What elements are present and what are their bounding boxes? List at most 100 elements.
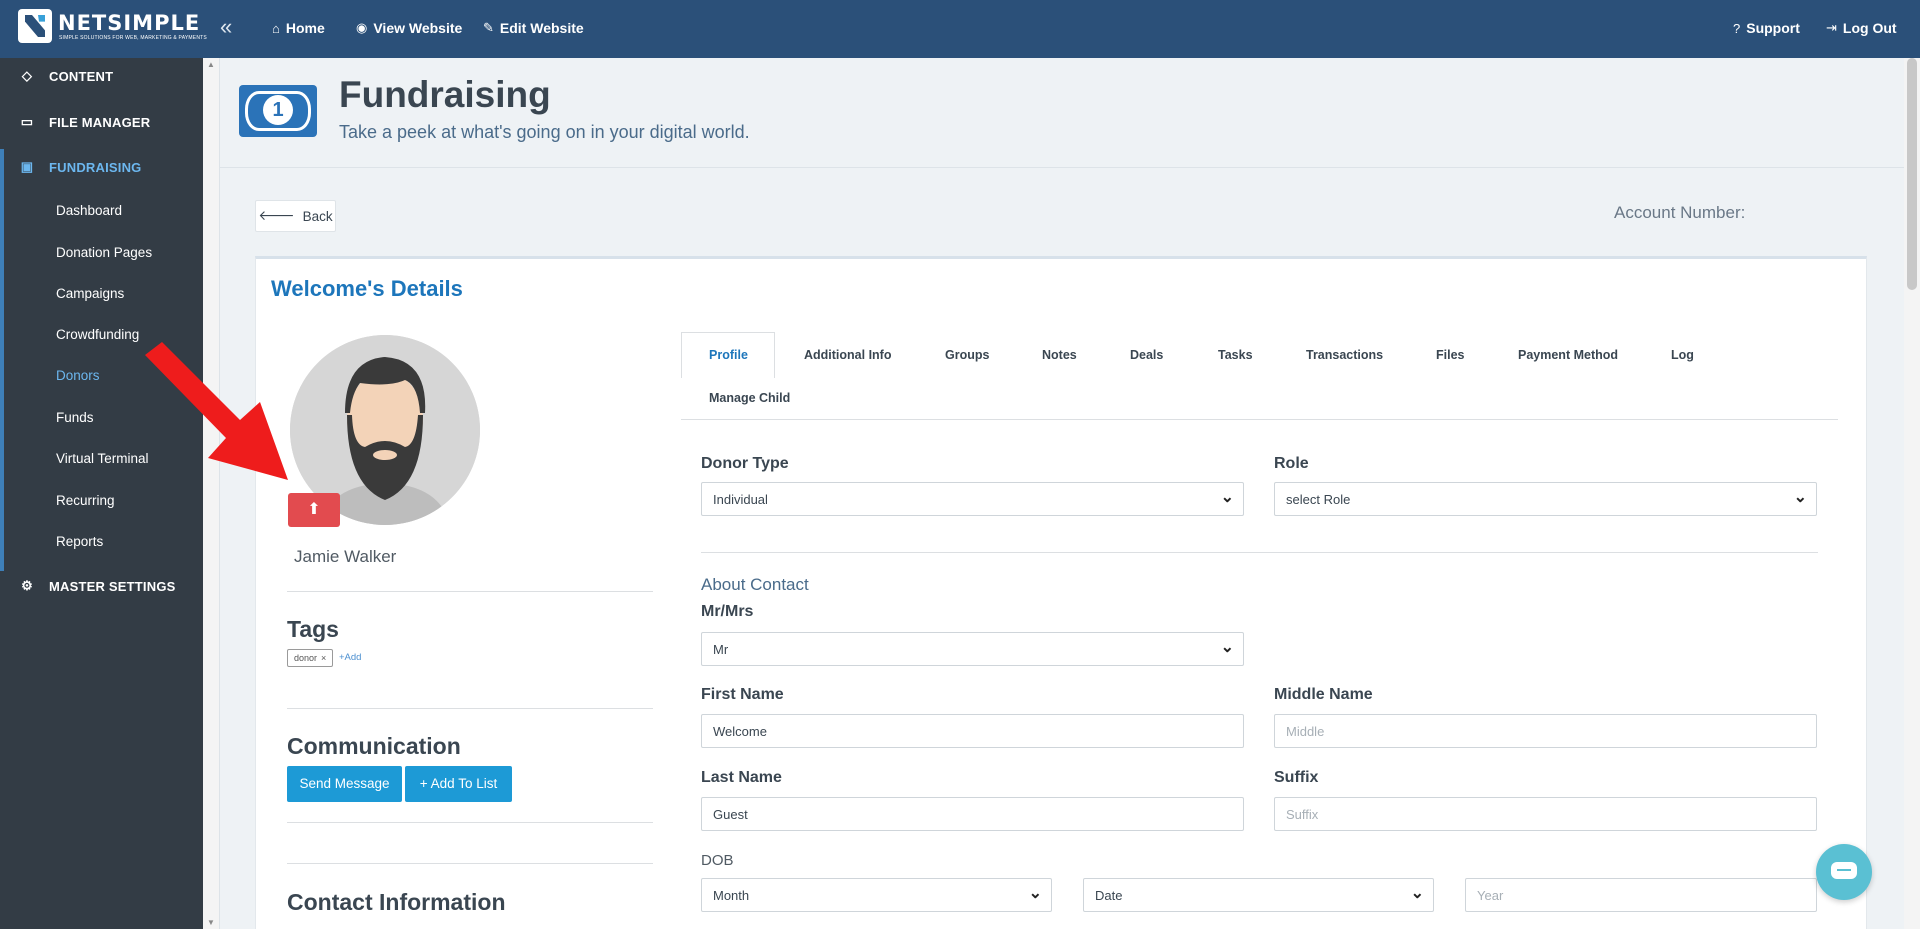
collapse-sidebar-icon[interactable]: «: [220, 16, 232, 38]
suffix-label: Suffix: [1274, 769, 1319, 786]
dob-date-select[interactable]: Date: [1083, 878, 1434, 912]
diamond-icon: ◇: [21, 68, 33, 83]
sidebar-item-file-manager[interactable]: ▭ FILE MANAGER: [0, 105, 203, 139]
tab-files[interactable]: Files: [1436, 348, 1465, 362]
page-scroll-thumb[interactable]: [1907, 58, 1917, 290]
money-bill-icon: 1: [239, 85, 317, 137]
last-name-value: Guest: [713, 806, 748, 822]
edit-icon: ✎: [483, 20, 494, 35]
logout-icon: ⇥: [1826, 20, 1837, 35]
upload-photo-button[interactable]: ⬆: [288, 493, 340, 527]
donor-type-value: Individual: [713, 491, 768, 507]
contact-info-title: Contact Information: [287, 889, 506, 915]
folder-icon: ▭: [20, 114, 34, 129]
nav-logout[interactable]: ⇥ Log Out: [1826, 20, 1897, 36]
tag-chip-label: donor: [294, 653, 318, 663]
dob-label: DOB: [701, 852, 734, 869]
divider: [287, 591, 653, 592]
tab-payment-method[interactable]: Payment Method: [1518, 348, 1618, 362]
eye-icon: ◉: [356, 20, 368, 35]
tab-manage-child[interactable]: Manage Child: [709, 391, 790, 405]
upload-icon: ⬆: [307, 501, 321, 518]
top-navbar: NETSIMPLE SIMPLE SOLUTIONS FOR WEB, MARK…: [0, 0, 1920, 58]
donor-details-card: Welcome's Details ⬆ Jamie Walker Tags do…: [255, 256, 1867, 929]
tag-chip[interactable]: donor ×: [287, 649, 334, 667]
nav-view-website[interactable]: ◉ View Website: [356, 20, 462, 36]
sidebar-sub-recurring[interactable]: Recurring: [56, 493, 115, 508]
first-name-value: Welcome: [713, 723, 767, 739]
role-label: Role: [1274, 455, 1309, 472]
page-subtitle: Take a peek at what's going on in your d…: [339, 122, 750, 142]
scroll-down-icon[interactable]: ▼: [207, 918, 215, 927]
tag-remove-icon[interactable]: ×: [321, 650, 326, 666]
tab-deals[interactable]: Deals: [1130, 348, 1163, 362]
suffix-placeholder: Suffix: [1286, 806, 1319, 822]
donor-type-select[interactable]: Individual: [701, 482, 1244, 516]
first-name-label: First Name: [701, 686, 784, 703]
donor-name: Jamie Walker: [294, 547, 397, 566]
netsimple-logo[interactable]: NETSIMPLE SIMPLE SOLUTIONS FOR WEB, MARK…: [18, 9, 207, 49]
sidebar-sub-dashboard[interactable]: Dashboard: [56, 203, 122, 218]
arrow-left-icon: 🡐: [258, 208, 295, 223]
tab-groups[interactable]: Groups: [945, 348, 989, 362]
nav-home-label: Home: [285, 20, 325, 36]
sidebar-item-content[interactable]: ◇ CONTENT: [0, 59, 203, 93]
divider: [287, 708, 653, 709]
tab-log[interactable]: Log: [1671, 348, 1694, 362]
sidebar-item-label: CONTENT: [49, 68, 114, 84]
account-number-label: Account Number:: [1614, 203, 1746, 222]
suffix-input[interactable]: Suffix: [1274, 797, 1817, 831]
dob-month-select[interactable]: Month: [701, 878, 1052, 912]
sidebar-sub-reports[interactable]: Reports: [56, 534, 103, 549]
divider: [287, 863, 653, 864]
nav-support[interactable]: ? Support: [1733, 20, 1800, 36]
middle-name-placeholder: Middle: [1286, 723, 1325, 739]
add-tag-link[interactable]: +Add: [339, 652, 361, 663]
sidebar-item-master-settings[interactable]: ⚙ MASTER SETTINGS: [0, 569, 203, 603]
back-button[interactable]: 🡐 Back: [255, 200, 336, 232]
tab-tasks[interactable]: Tasks: [1218, 348, 1253, 362]
chat-widget-button[interactable]: [1816, 844, 1872, 900]
last-name-input[interactable]: Guest: [701, 797, 1244, 831]
money-icon: ▣: [20, 159, 34, 174]
first-name-input[interactable]: Welcome: [701, 714, 1244, 748]
salutation-select[interactable]: Mr: [701, 632, 1244, 666]
dob-year-input[interactable]: Year: [1465, 878, 1817, 912]
back-button-label: Back: [302, 208, 333, 224]
nav-edit-website[interactable]: ✎ Edit Website: [483, 20, 584, 36]
sidebar-sub-campaigns[interactable]: Campaigns: [56, 286, 124, 301]
sidebar-sub-funds[interactable]: Funds: [56, 410, 94, 425]
tabs-divider: [681, 419, 1838, 420]
nav-view-website-label: View Website: [373, 20, 463, 36]
sidebar-sub-donation-pages[interactable]: Donation Pages: [56, 245, 152, 260]
money-bill-coin: 1: [263, 95, 293, 125]
nav-support-label: Support: [1746, 20, 1800, 36]
nav-logout-label: Log Out: [1842, 20, 1897, 36]
add-to-list-button[interactable]: + Add To List: [405, 766, 512, 802]
nav-home[interactable]: ⌂ Home: [272, 20, 325, 36]
tab-profile[interactable]: Profile: [709, 348, 748, 362]
tab-additional-info[interactable]: Additional Info: [804, 348, 891, 362]
communication-title: Communication: [287, 733, 461, 759]
sidebar-item-fundraising[interactable]: ▣ FUNDRAISING: [0, 150, 203, 184]
role-select[interactable]: select Role: [1274, 482, 1817, 516]
sidebar-scrollbar[interactable]: ▲ ▼: [203, 58, 220, 929]
gear-icon: ⚙: [21, 578, 33, 593]
scroll-up-icon[interactable]: ▲: [207, 60, 215, 69]
sidebar-sub-crowdfunding[interactable]: Crowdfunding: [56, 327, 139, 342]
send-message-button[interactable]: Send Message: [287, 766, 402, 802]
page-title: Fundraising: [339, 74, 551, 115]
about-contact-heading: About Contact: [701, 575, 809, 594]
dob-year-placeholder: Year: [1477, 887, 1504, 903]
dob-month-value: Month: [713, 887, 750, 903]
sidebar-sub-donors[interactable]: Donors: [56, 368, 100, 383]
logo-text: NETSIMPLE: [58, 11, 201, 35]
sidebar: ◇ CONTENT ▭ FILE MANAGER ▣ FUNDRAISING D…: [0, 58, 203, 929]
middle-name-input[interactable]: Middle: [1274, 714, 1817, 748]
page-header: 1 Fundraising Take a peek at what's goin…: [220, 58, 1904, 168]
tab-transactions[interactable]: Transactions: [1306, 348, 1383, 362]
card-title: Welcome's Details: [271, 276, 463, 301]
logo-tagline: SIMPLE SOLUTIONS FOR WEB, MARKETING & PA…: [59, 35, 207, 41]
tags-title: Tags: [287, 616, 339, 642]
tab-notes[interactable]: Notes: [1042, 348, 1077, 362]
